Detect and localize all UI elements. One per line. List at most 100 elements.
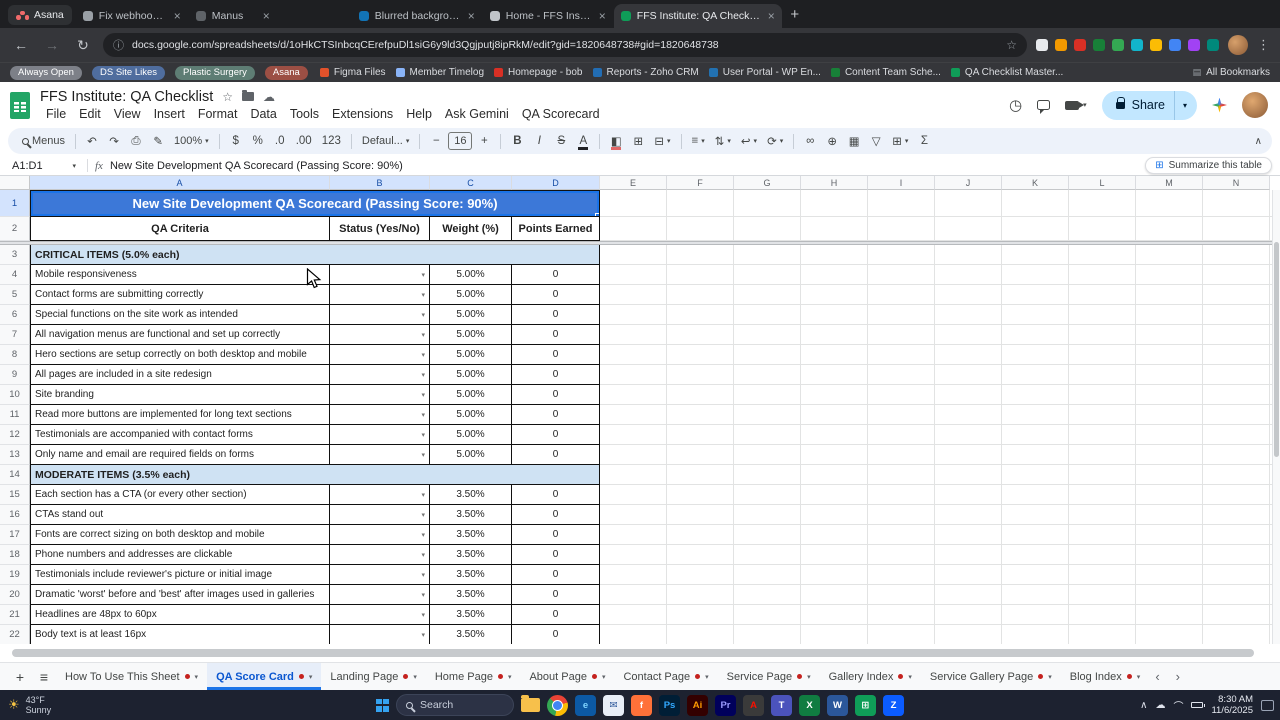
weight-cell[interactable]: 5.00% bbox=[430, 365, 512, 385]
illustrator-icon[interactable]: Ai bbox=[687, 694, 708, 716]
bookmark-content-team-sche[interactable]: Content Team Sche... bbox=[830, 67, 941, 78]
merge-cells-button[interactable]: ⊟ ▾ bbox=[650, 130, 674, 152]
status-dropdown-icon[interactable]: ▾ bbox=[421, 331, 425, 339]
status-dropdown-icon[interactable]: ▾ bbox=[421, 371, 425, 379]
criteria-cell[interactable]: Phone numbers and addresses are clickabl… bbox=[30, 545, 330, 565]
sheets-logo-icon[interactable] bbox=[10, 91, 30, 119]
extension-icon[interactable] bbox=[1169, 39, 1181, 51]
vertical-align-button[interactable]: ⇅ ▾ bbox=[711, 130, 735, 152]
row-header-8[interactable]: 8 bbox=[0, 345, 30, 365]
print-button[interactable]: ⎙ bbox=[126, 130, 146, 152]
weight-cell[interactable]: 3.50% bbox=[430, 605, 512, 625]
points-cell[interactable]: 0 bbox=[512, 585, 600, 605]
row-header-20[interactable]: 20 bbox=[0, 585, 30, 605]
row-header-21[interactable]: 21 bbox=[0, 605, 30, 625]
mail-icon[interactable]: ✉ bbox=[603, 694, 624, 716]
bookmark-user-portal-wp-en[interactable]: User Portal - WP En... bbox=[708, 67, 821, 78]
menu-edit[interactable]: Edit bbox=[73, 106, 107, 122]
extension-icon[interactable] bbox=[1188, 39, 1200, 51]
column-header-c[interactable]: C bbox=[430, 176, 512, 190]
word-icon[interactable]: W bbox=[827, 694, 848, 716]
photoshop-icon[interactable]: Ps bbox=[659, 694, 680, 716]
summarize-table-button[interactable]: ⊞ Summarize this table bbox=[1145, 157, 1272, 174]
status-dropdown-icon[interactable]: ▾ bbox=[421, 311, 425, 319]
points-cell[interactable]: 0 bbox=[512, 385, 600, 405]
browser-tab-manus[interactable]: Manus × bbox=[189, 4, 277, 28]
weight-cell[interactable]: 5.00% bbox=[430, 425, 512, 445]
sheet-tab-menu-icon[interactable]: ▾ bbox=[705, 673, 709, 681]
selection-fill-handle[interactable] bbox=[595, 213, 599, 216]
extension-icon[interactable] bbox=[1055, 39, 1067, 51]
text-rotation-button[interactable]: ⟳ ▾ bbox=[763, 130, 787, 152]
status-dropdown-icon[interactable]: ▾ bbox=[421, 551, 425, 559]
column-header-n[interactable]: N bbox=[1203, 176, 1270, 190]
tab-group-chip-asana[interactable]: Asana bbox=[264, 65, 308, 80]
criteria-cell[interactable]: Only name and email are required fields … bbox=[30, 445, 330, 465]
meet-camera-button[interactable]: ▾ bbox=[1065, 100, 1087, 110]
criteria-cell[interactable]: Special functions on the site work as in… bbox=[30, 305, 330, 325]
criteria-cell[interactable]: All pages are included in a site redesig… bbox=[30, 365, 330, 385]
chrome-icon[interactable] bbox=[547, 694, 568, 716]
bookmark-star-icon[interactable]: ☆ bbox=[1006, 38, 1017, 52]
status-cell[interactable]: ▾ bbox=[330, 445, 430, 465]
column-title-cell-points-earned[interactable]: Points Earned bbox=[512, 217, 600, 241]
battery-icon[interactable] bbox=[1191, 702, 1206, 708]
edge-icon[interactable]: e bbox=[575, 694, 596, 716]
menu-help[interactable]: Help bbox=[400, 106, 438, 122]
column-header-g[interactable]: G bbox=[734, 176, 801, 190]
version-history-icon[interactable]: ◷ bbox=[1009, 96, 1022, 114]
row-header-5[interactable]: 5 bbox=[0, 285, 30, 305]
sheet-tab-menu-icon[interactable]: ▾ bbox=[309, 673, 313, 681]
weight-cell[interactable]: 3.50% bbox=[430, 565, 512, 585]
row-header-16[interactable]: 16 bbox=[0, 505, 30, 525]
hidden-icons-chevron[interactable]: ∧ bbox=[1140, 700, 1147, 711]
reload-button[interactable]: ↻ bbox=[72, 34, 94, 56]
taskbar-clock[interactable]: 8:30 AM 11/6/2025 bbox=[1211, 694, 1253, 717]
criteria-cell[interactable]: Hero sections are setup correctly on bot… bbox=[30, 345, 330, 365]
points-cell[interactable]: 0 bbox=[512, 545, 600, 565]
extension-icon[interactable] bbox=[1131, 39, 1143, 51]
sheet-tab-menu-icon[interactable]: ▾ bbox=[1137, 673, 1141, 681]
section-header-cell[interactable]: CRITICAL ITEMS (5.0% each) bbox=[30, 245, 600, 265]
column-header-h[interactable]: H bbox=[801, 176, 868, 190]
zoom-icon[interactable]: Z bbox=[883, 694, 904, 716]
points-cell[interactable]: 0 bbox=[512, 605, 600, 625]
format-percent-button[interactable]: % bbox=[248, 130, 268, 152]
section-header-cell[interactable]: MODERATE ITEMS (3.5% each) bbox=[30, 465, 600, 485]
sheet-tab-about-page[interactable]: About Page ▾ bbox=[520, 663, 614, 690]
row-header-15[interactable]: 15 bbox=[0, 485, 30, 505]
sheet-tab-menu-icon[interactable]: ▾ bbox=[602, 673, 606, 681]
weight-cell[interactable]: 3.50% bbox=[430, 525, 512, 545]
weight-cell[interactable]: 5.00% bbox=[430, 405, 512, 425]
status-cell[interactable]: ▾ bbox=[330, 285, 430, 305]
browser-tab-blurred-background-vectors-pi[interactable]: Blurred background vectors, pi... × bbox=[352, 4, 482, 28]
status-dropdown-icon[interactable]: ▾ bbox=[421, 631, 425, 639]
status-cell[interactable]: ▾ bbox=[330, 525, 430, 545]
points-cell[interactable]: 0 bbox=[512, 445, 600, 465]
column-header-i[interactable]: I bbox=[868, 176, 935, 190]
sheet-scroll-right-icon[interactable]: › bbox=[1176, 669, 1180, 684]
row-header-9[interactable]: 9 bbox=[0, 365, 30, 385]
status-cell[interactable]: ▾ bbox=[330, 345, 430, 365]
row-header-13[interactable]: 13 bbox=[0, 445, 30, 465]
status-cell[interactable]: ▾ bbox=[330, 585, 430, 605]
status-dropdown-icon[interactable]: ▾ bbox=[421, 511, 425, 519]
status-cell[interactable]: ▾ bbox=[330, 405, 430, 425]
create-filter-button[interactable]: ▽ bbox=[866, 130, 886, 152]
column-header-j[interactable]: J bbox=[935, 176, 1002, 190]
menu-extensions[interactable]: Extensions bbox=[326, 106, 399, 122]
row-header-3[interactable]: 3 bbox=[0, 245, 30, 265]
extension-icon[interactable] bbox=[1207, 39, 1219, 51]
tab-close-icon[interactable]: × bbox=[768, 9, 775, 23]
status-cell[interactable]: ▾ bbox=[330, 625, 430, 644]
browser-tab-home-ffs-institute[interactable]: Home - FFS Institute × bbox=[483, 4, 613, 28]
status-cell[interactable]: ▾ bbox=[330, 425, 430, 445]
horizontal-scrollbar-thumb[interactable] bbox=[12, 649, 1254, 657]
sheet-tab-service-page[interactable]: Service Page ▾ bbox=[718, 663, 820, 690]
table-views-button[interactable]: ⊞ ▾ bbox=[888, 130, 912, 152]
all-sheets-button[interactable]: ≡ bbox=[32, 669, 56, 685]
criteria-cell[interactable]: Read more buttons are implemented for lo… bbox=[30, 405, 330, 425]
criteria-cell[interactable]: Fonts are correct sizing on both desktop… bbox=[30, 525, 330, 545]
status-dropdown-icon[interactable]: ▾ bbox=[421, 571, 425, 579]
points-cell[interactable]: 0 bbox=[512, 505, 600, 525]
